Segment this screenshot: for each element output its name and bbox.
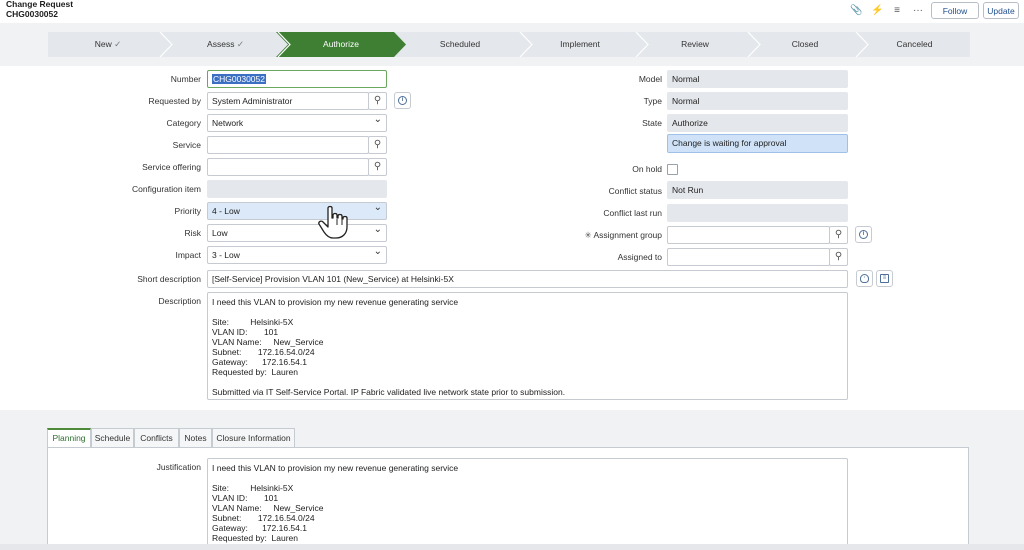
conflict-last-run-label: Conflict last run bbox=[603, 208, 662, 218]
tab-schedule[interactable]: Schedule bbox=[91, 428, 134, 448]
short-description-field[interactable]: [Self-Service] Provision VLAN 101 (New_S… bbox=[207, 270, 848, 288]
type-field: Normal bbox=[667, 92, 848, 110]
approval-status-message: Change is waiting for approval bbox=[667, 134, 848, 153]
justification-textarea[interactable]: I need this VLAN to provision my new rev… bbox=[207, 458, 848, 550]
stage-canceled[interactable]: Canceled bbox=[859, 32, 970, 57]
assignment-group-label-text: Assignment group bbox=[593, 230, 662, 240]
tab-closure-information[interactable]: Closure Information bbox=[212, 428, 295, 448]
service-search-icon[interactable]: ⚲ bbox=[368, 136, 387, 154]
check-icon: ✓ bbox=[114, 39, 122, 49]
assigned-to-field[interactable] bbox=[667, 248, 830, 266]
taskbar bbox=[0, 544, 1024, 550]
assigned-to-search-icon[interactable]: ⚲ bbox=[829, 248, 848, 266]
configuration-item-label: Configuration item bbox=[132, 184, 201, 194]
on-hold-checkbox[interactable] bbox=[667, 164, 678, 175]
justification-label: Justification bbox=[156, 462, 201, 472]
impact-label: Impact bbox=[175, 250, 201, 260]
service-offering-field[interactable] bbox=[207, 158, 369, 176]
stage-label: Assess bbox=[207, 39, 235, 49]
category-select[interactable]: Network bbox=[207, 114, 387, 132]
stage-label: Authorize bbox=[323, 39, 359, 49]
service-field[interactable] bbox=[207, 136, 369, 154]
impact-select[interactable]: 3 - Low bbox=[207, 246, 387, 264]
stage-new[interactable]: New ✓ bbox=[48, 32, 168, 57]
description-textarea[interactable]: I need this VLAN to provision my new rev… bbox=[207, 292, 848, 400]
tab-conflicts[interactable]: Conflicts bbox=[134, 428, 179, 448]
risk-select[interactable]: Low bbox=[207, 224, 387, 242]
service-offering-search-icon[interactable]: ⚲ bbox=[368, 158, 387, 176]
model-field: Normal bbox=[667, 70, 848, 88]
model-label: Model bbox=[638, 74, 662, 84]
requested-by-info-icon[interactable]: i bbox=[394, 92, 411, 109]
service-offering-label: Service offering bbox=[142, 162, 201, 172]
stage-implement[interactable]: Implement bbox=[521, 32, 639, 57]
short-description-label: Short description bbox=[137, 274, 201, 284]
more-icon[interactable]: ··· bbox=[912, 5, 924, 17]
stage-scheduled[interactable]: Scheduled bbox=[399, 32, 521, 57]
form-title: Change Request CHG0030052 bbox=[6, 0, 73, 19]
stage-review[interactable]: Review bbox=[639, 32, 751, 57]
number-value: CHG0030052 bbox=[212, 74, 266, 84]
risk-label: Risk bbox=[184, 228, 201, 238]
paperclip-icon[interactable]: 📎 bbox=[850, 5, 862, 17]
assigned-to-label: Assigned to bbox=[617, 252, 662, 262]
update-button[interactable]: Update bbox=[983, 2, 1019, 19]
on-hold-label: On hold bbox=[632, 164, 662, 174]
requested-by-label: Requested by bbox=[148, 96, 201, 106]
assignment-group-label: ✳ Assignment group bbox=[560, 229, 662, 241]
tab-planning[interactable]: Planning bbox=[47, 428, 91, 448]
number-label: Number bbox=[170, 74, 201, 84]
conflict-last-run-field bbox=[667, 204, 848, 222]
description-label: Description bbox=[158, 296, 201, 306]
assignment-group-info-icon[interactable]: i bbox=[855, 226, 872, 243]
suggestion-lightbulb-icon[interactable]: · bbox=[856, 270, 873, 287]
required-icon: ✳ bbox=[584, 230, 592, 240]
type-label: Type bbox=[643, 96, 662, 106]
hand-cursor-icon bbox=[318, 205, 348, 239]
process-flow: New ✓ Assess ✓ Authorize Scheduled Imple… bbox=[48, 32, 970, 57]
activity-icon[interactable]: ⚡ bbox=[871, 5, 883, 17]
requested-by-field[interactable]: System Administrator bbox=[207, 92, 369, 110]
stage-closed[interactable]: Closed bbox=[751, 32, 859, 57]
tab-notes[interactable]: Notes bbox=[179, 428, 212, 448]
configuration-item-field bbox=[207, 180, 387, 198]
form-header: Change Request CHG0030052 📎 ⚡ ≡ ··· Foll… bbox=[0, 0, 1024, 23]
follow-button[interactable]: Follow bbox=[931, 2, 979, 19]
state-label: State bbox=[642, 118, 662, 128]
state-field: Authorize bbox=[667, 114, 848, 132]
conflict-status-field: Not Run bbox=[667, 181, 848, 199]
form-title-number: CHG0030052 bbox=[6, 8, 58, 19]
settings-sliders-icon[interactable]: ≡ bbox=[891, 5, 903, 17]
assignment-group-field[interactable] bbox=[667, 226, 830, 244]
requested-by-search-icon[interactable]: ⚲ bbox=[368, 92, 387, 110]
stage-assess[interactable]: Assess ✓ bbox=[168, 32, 283, 57]
check-icon: ✓ bbox=[236, 39, 244, 49]
stage-label: New bbox=[94, 39, 112, 49]
assignment-group-search-icon[interactable]: ⚲ bbox=[829, 226, 848, 244]
conflict-status-label: Conflict status bbox=[608, 186, 662, 196]
priority-label: Priority bbox=[174, 206, 201, 216]
stage-authorize[interactable]: Authorize bbox=[283, 32, 399, 57]
clipboard-icon[interactable]: ≡ bbox=[876, 270, 893, 287]
number-field[interactable]: CHG0030052 bbox=[207, 70, 387, 88]
category-label: Category bbox=[166, 118, 202, 128]
service-label: Service bbox=[172, 140, 201, 150]
priority-select[interactable]: 4 - Low bbox=[207, 202, 387, 220]
